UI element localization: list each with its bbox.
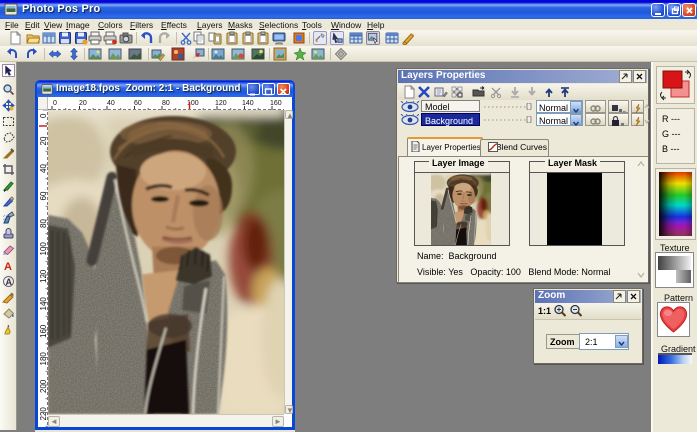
svg-text:220: 220: [39, 407, 48, 421]
svg-text:140: 140: [242, 100, 254, 107]
svg-text:200: 200: [39, 379, 48, 393]
svg-text:140: 140: [39, 297, 48, 311]
svg-text:A: A: [6, 277, 13, 287]
svg-text:160: 160: [39, 324, 48, 338]
svg-text:120: 120: [39, 269, 48, 283]
svg-text:80: 80: [162, 100, 170, 107]
svg-text:100: 100: [39, 242, 48, 256]
svg-text:60: 60: [134, 100, 142, 107]
svg-text:160: 160: [270, 100, 282, 107]
svg-text:120: 120: [215, 100, 227, 107]
svg-text:180: 180: [39, 352, 48, 366]
svg-text:0: 0: [39, 113, 48, 118]
svg-text:40: 40: [107, 100, 115, 107]
svg-text:0: 0: [53, 100, 57, 107]
svg-text:A: A: [4, 261, 12, 272]
svg-text:20: 20: [79, 100, 87, 107]
